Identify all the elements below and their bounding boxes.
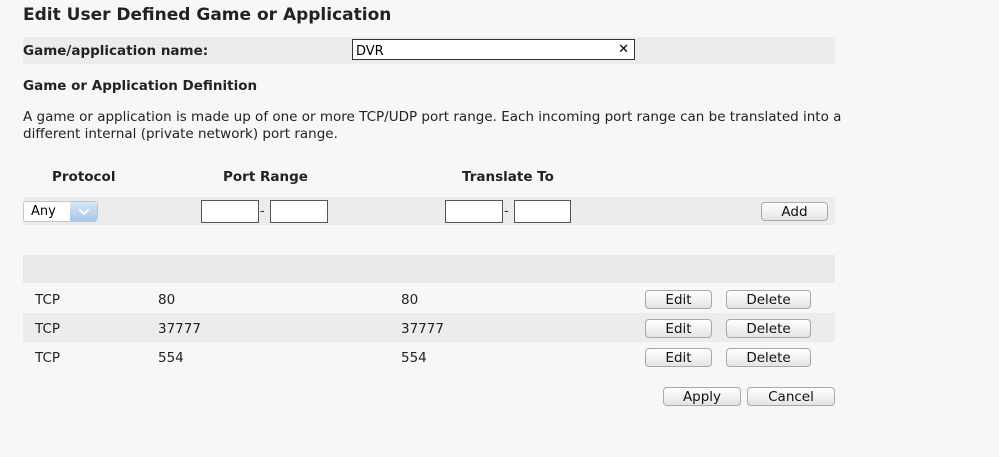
rule-translate: 80 (401, 292, 419, 308)
add-button[interactable]: Add (761, 202, 828, 221)
port-range-end-input[interactable] (270, 200, 328, 223)
rule-protocol: TCP (35, 292, 61, 308)
edit-button[interactable]: Edit (645, 348, 712, 367)
rules-table-header (23, 255, 835, 283)
translate-start-field[interactable] (446, 202, 502, 223)
rule-port: 554 (158, 350, 184, 366)
name-input[interactable] (353, 42, 606, 61)
port-range-dash: - (260, 204, 265, 219)
rule-protocol: TCP (35, 350, 61, 366)
definition-heading: Game or Application Definition (23, 78, 258, 94)
column-header-translate-to: Translate To (462, 169, 554, 185)
rule-port: 37777 (158, 321, 201, 337)
protocol-select[interactable]: Any (23, 201, 98, 222)
edit-button[interactable]: Edit (645, 319, 712, 338)
new-entry-band (23, 197, 835, 225)
rule-translate: 554 (401, 350, 427, 366)
translate-end-field[interactable] (515, 202, 570, 223)
clear-icon[interactable]: ✕ (618, 41, 629, 58)
port-range-end-field[interactable] (271, 202, 327, 223)
translate-dash: - (504, 204, 509, 219)
definition-description: A game or application is made up of one … (23, 109, 842, 142)
translate-start-input[interactable] (445, 200, 503, 223)
delete-button[interactable]: Delete (726, 290, 811, 309)
rule-translate: 37777 (401, 321, 444, 337)
page-title: Edit User Defined Game or Application (23, 5, 392, 25)
name-label: Game/application name: (23, 43, 209, 59)
table-row-background (23, 342, 835, 371)
cancel-button[interactable]: Cancel (747, 387, 835, 406)
protocol-selected-value: Any (31, 204, 56, 219)
port-range-start-input[interactable] (201, 200, 259, 223)
rule-port: 80 (158, 292, 176, 308)
column-header-port-range: Port Range (223, 169, 308, 185)
name-field[interactable]: ✕ (352, 39, 635, 61)
rule-protocol: TCP (35, 321, 61, 337)
delete-button[interactable]: Delete (726, 348, 811, 367)
edit-button[interactable]: Edit (645, 290, 712, 309)
port-range-start-field[interactable] (202, 202, 258, 223)
translate-end-input[interactable] (514, 200, 571, 223)
chevron-down-icon[interactable] (70, 202, 97, 221)
column-header-protocol: Protocol (52, 169, 116, 185)
apply-button[interactable]: Apply (663, 387, 741, 406)
delete-button[interactable]: Delete (726, 319, 811, 338)
table-row-background (23, 286, 835, 313)
